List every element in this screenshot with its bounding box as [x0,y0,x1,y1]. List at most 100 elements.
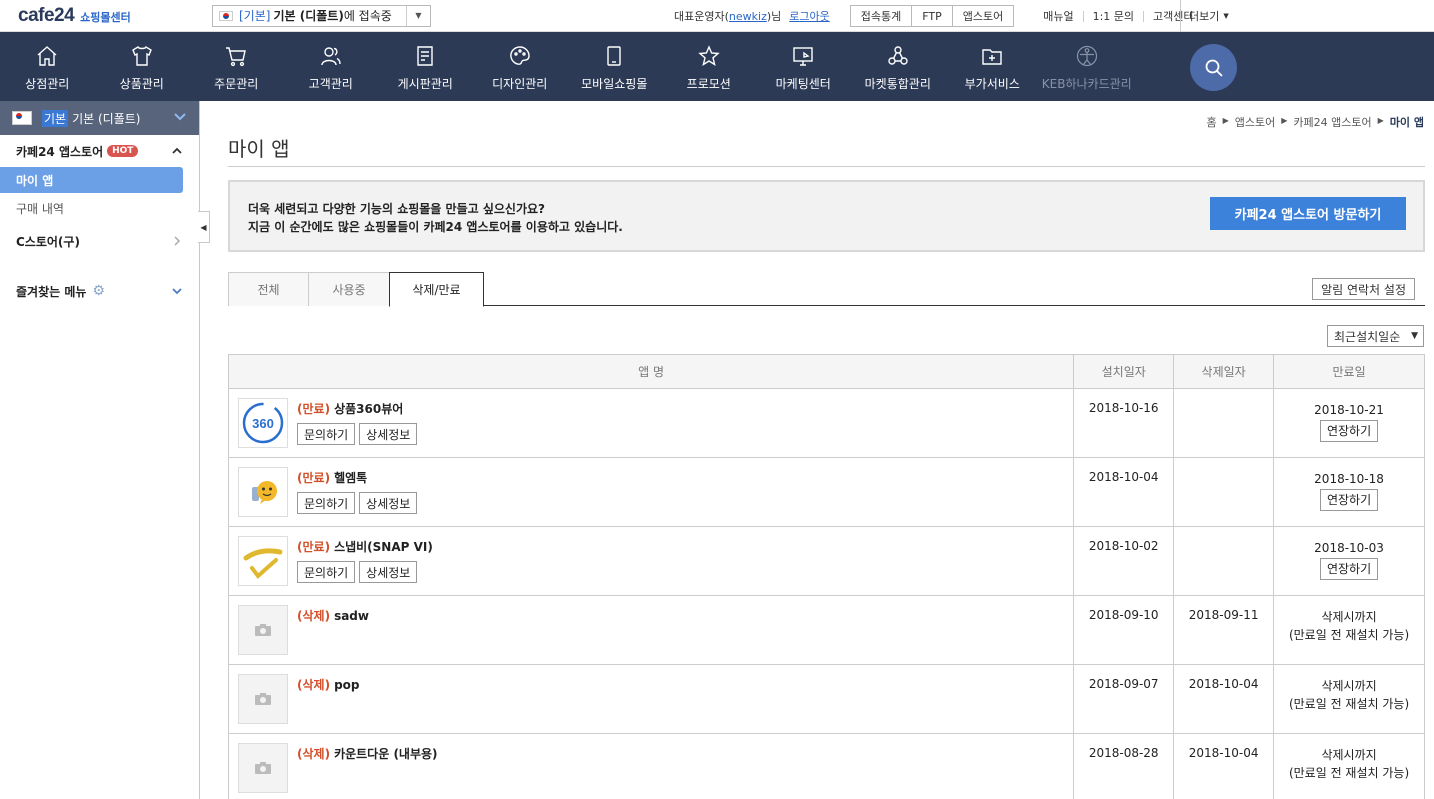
app-360-icon: 360 [242,402,284,444]
chevron-down-icon[interactable]: ▼ [406,5,430,26]
app-cell: (만료) 스냅비(SNAP VI) 문의하기 상세정보 [229,527,1073,595]
nav-design[interactable]: 디자인관리 [473,32,568,101]
cafe24-logo[interactable]: cafe24 쇼핑몰센터 [18,5,210,27]
ftp-button[interactable]: FTP [912,6,953,26]
app-status: (삭제) [297,747,331,761]
app-thumbnail[interactable] [238,605,288,655]
nav-market-integration[interactable]: 마켓통합관리 [851,32,946,101]
extend-button[interactable]: 연장하기 [1319,420,1379,442]
app-thumbnail[interactable] [238,743,288,793]
app-snap-logo-icon [243,548,283,579]
col-installed: 설치일자 [1073,354,1175,389]
manual-link[interactable]: 매뉴얼 [1034,11,1082,22]
breadcrumb-separator-icon: ▶ [1281,116,1288,125]
app-thumbnail[interactable] [238,536,288,586]
app-name[interactable]: (만료) 상품360뷰어 [297,400,421,417]
nav-store[interactable]: 상점관리 [0,32,95,101]
expire-note: 삭제시까지 [1321,748,1377,762]
top-right-area: 대표운영자(newkiz)님 로그아웃 접속통계 FTP 앱스토어 매뉴얼 1:… [674,0,1203,32]
sidebar-item-purchase-history[interactable]: 구매 내역 [0,195,183,221]
app-name[interactable]: (만료) 헬엠톡 [297,469,421,486]
nav-marketing[interactable]: 마케팅센터 [756,32,851,101]
nav-label: 마켓통합관리 [864,77,931,91]
promo-line-1: 더욱 세련되고 다양한 기능의 쇼핑몰을 만들고 싶으신가요? [248,202,545,216]
breadcrumb-cafe24-appstore[interactable]: 카페24 앱스토어 [1293,114,1371,130]
detail-button[interactable]: 상세정보 [359,423,418,445]
app-name[interactable]: (삭제) 카운트다운 (내부용) [297,745,438,762]
nav-products[interactable]: 상품관리 [95,32,190,101]
owner-id-link[interactable]: newkiz [729,10,767,23]
nav-customers[interactable]: 고객관리 [284,32,379,101]
sidebar-item-my-app[interactable]: 마이 앱 [0,167,183,193]
shop-selector[interactable]: [기본] 기본 (디폴트) 에 접속중 ▼ [212,4,431,27]
app-name[interactable]: (삭제) sadw [297,607,369,624]
main-content: 홈 ▶ 앱스토어 ▶ 카페24 앱스토어 ▶ 마이 앱 마이 앱 더욱 세련되고 다양… [200,101,1434,799]
inquiry-button[interactable]: 문의하기 [297,561,356,583]
detail-button[interactable]: 상세정보 [359,492,418,514]
nav-mobile[interactable]: 모바일쇼핑몰 [567,32,662,101]
nav-board[interactable]: 게시판관리 [378,32,473,101]
extend-button[interactable]: 연장하기 [1319,489,1379,511]
expire-date: 2018-10-21 [1314,403,1384,417]
app-cell: (삭제) pop [229,665,1073,733]
nav-label: KEB하나카드관리 [1041,77,1132,91]
nodes-icon [888,46,908,65]
app-name[interactable]: (삭제) pop [297,676,360,693]
notify-contact-button[interactable]: 알림 연락처 설정 [1312,278,1415,300]
nav-search-button[interactable] [1190,44,1237,91]
app-thumbnail[interactable] [238,674,288,724]
folder-plus-icon [982,49,1002,65]
inquiry-button[interactable]: 문의하기 [297,423,356,445]
app-info: (삭제) 카운트다운 (내부용) [297,743,438,793]
app-info: (만료) 스냅비(SNAP VI) 문의하기 상세정보 [297,536,433,586]
gear-icon[interactable]: ⚙ [92,283,105,299]
app-name[interactable]: (만료) 스냅비(SNAP VI) [297,538,433,555]
expire-cell: 삭제시까지 (만료일 전 재설치 가능) [1273,733,1425,799]
inquiry-button[interactable]: 문의하기 [297,492,356,514]
nav-addon-services[interactable]: 부가서비스 [945,32,1040,101]
app-title: 헬엠톡 [334,471,368,485]
sidebar-shop-selector[interactable]: 기본 기본 (디폴트) [0,101,199,135]
extend-button[interactable]: 연장하기 [1319,558,1379,580]
inquiry-link[interactable]: 1:1 문의 [1082,10,1143,22]
nav-keb-card[interactable]: KEB하나카드관리 [1040,32,1135,101]
breadcrumb-appstore[interactable]: 앱스토어 [1235,114,1275,130]
monitor-icon [793,47,813,66]
breadcrumb-home[interactable]: 홈 [1207,114,1217,130]
nav-label: 고객관리 [308,77,353,91]
tab-in-use[interactable]: 사용중 [308,272,390,306]
caret-down-icon: ▼ [1223,12,1229,20]
nav-orders[interactable]: 주문관리 [189,32,284,101]
sidebar-cstore-label: C스토어(구) [16,234,80,249]
sort-select[interactable]: 최근설치일순 ▼ [1327,325,1424,347]
top-button-group: 접속통계 FTP 앱스토어 [849,5,1015,27]
nav-promotion[interactable]: 프로모션 [662,32,757,101]
tab-all[interactable]: 전체 [228,272,309,306]
deleted-date [1173,388,1275,458]
app-info: (삭제) pop [297,674,360,724]
mobile-icon [607,46,621,66]
visit-appstore-button[interactable]: 카페24 앱스토어 방문하기 [1210,197,1406,230]
breadcrumb-separator-icon: ▶ [1377,116,1384,125]
sidebar-appstore[interactable]: 카페24 앱스토어 HOT [0,135,199,167]
page-title: 마이 앱 [228,137,290,161]
sidebar-favorites[interactable]: 즐겨찾는 메뉴 ⚙ [0,275,199,307]
sidebar-shop-name: 기본 (디폴트) [72,111,141,126]
nav-label: 상품관리 [119,77,164,91]
sidebar-cstore[interactable]: C스토어(구) [0,225,199,257]
installed-date: 2018-10-02 [1073,526,1175,596]
more-menu[interactable]: 더보기 ▼ [1180,0,1229,32]
appstore-button[interactable]: 앱스토어 [952,6,1014,26]
app-thumbnail[interactable] [238,467,288,517]
chevron-down-icon [174,113,186,121]
app-thumbnail[interactable]: 360 [238,398,288,448]
shop-name: 기본 (디폴트) [273,9,344,23]
expire-note-sub: (만료일 전 재설치 가능) [1288,697,1410,711]
logout-link[interactable]: 로그아웃 [789,8,829,24]
deleted-date: 2018-10-04 [1173,664,1275,734]
table-row: (삭제) 카운트다운 (내부용) 2018-08-28 2018-10-04 삭제… [227,733,1425,799]
stats-button[interactable]: 접속통계 [850,6,913,26]
detail-button[interactable]: 상세정보 [359,561,418,583]
col-expire: 만료일 [1273,354,1425,389]
tab-deleted-expired[interactable]: 삭제/만료 [389,272,484,307]
